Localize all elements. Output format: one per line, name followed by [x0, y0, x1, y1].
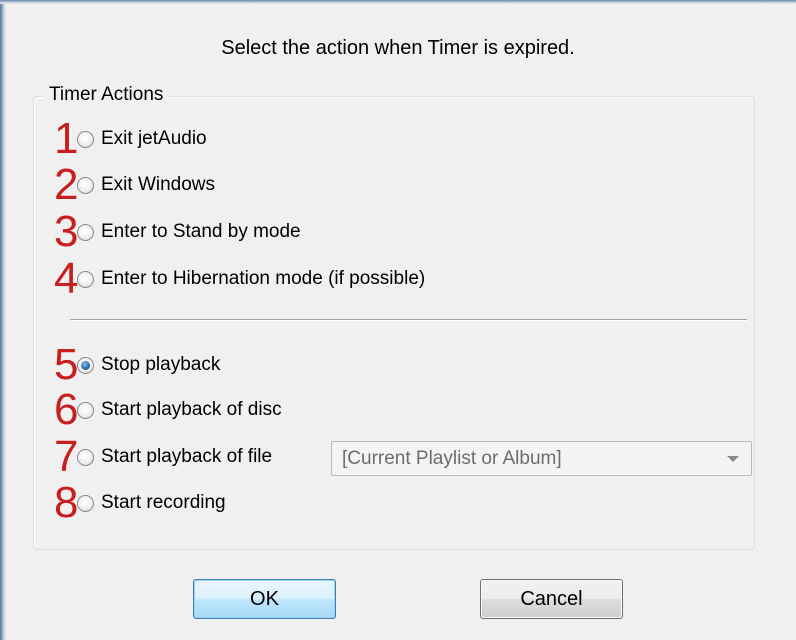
- radio-button[interactable]: [77, 223, 94, 241]
- radio-button[interactable]: [77, 270, 94, 288]
- window-frame-left: [0, 0, 6, 640]
- option-standby[interactable]: 3 Enter to Stand by mode: [54, 210, 301, 254]
- separator: [70, 319, 747, 321]
- window-frame-top: [0, 0, 796, 4]
- annotation-number: 2: [54, 160, 79, 209]
- radio-button[interactable]: [77, 401, 94, 419]
- dialog-prompt: Select the action when Timer is expired.: [221, 37, 575, 59]
- radio-button[interactable]: [77, 494, 94, 512]
- annotation-number: 4: [54, 254, 79, 303]
- option-label[interactable]: Enter to Hibernation mode (if possible): [101, 268, 425, 290]
- option-start-playback-file[interactable]: 7 Start playback of file: [54, 435, 272, 479]
- annotation-number: 8: [54, 478, 79, 527]
- option-exit-windows[interactable]: 2 Exit Windows: [54, 163, 215, 207]
- option-stop-playback[interactable]: 5 Stop playback: [54, 343, 220, 387]
- radio-button[interactable]: [77, 130, 94, 148]
- option-exit-jetaudio[interactable]: 1 Exit jetAudio: [54, 117, 207, 161]
- radio-button[interactable]: [77, 448, 94, 466]
- radio-button-selected[interactable]: [77, 356, 94, 374]
- group-title: Timer Actions: [43, 84, 170, 106]
- option-start-recording[interactable]: 8 Start recording: [54, 481, 226, 525]
- chevron-down-icon[interactable]: [727, 455, 739, 462]
- option-label[interactable]: Stop playback: [101, 354, 220, 376]
- annotation-number: 1: [54, 114, 79, 163]
- option-hibernation[interactable]: 4 Enter to Hibernation mode (if possible…: [54, 257, 425, 301]
- option-label[interactable]: Enter to Stand by mode: [101, 221, 301, 243]
- option-label[interactable]: Start playback of file: [101, 446, 272, 468]
- annotation-number: 7: [54, 432, 79, 481]
- cancel-button[interactable]: Cancel: [480, 579, 623, 619]
- file-select-value: [Current Playlist or Album]: [342, 447, 562, 469]
- option-label[interactable]: Exit Windows: [101, 174, 215, 196]
- option-label[interactable]: Start recording: [101, 492, 226, 514]
- file-select-dropdown[interactable]: [Current Playlist or Album]: [331, 441, 752, 476]
- option-label[interactable]: Start playback of disc: [101, 399, 282, 421]
- option-label[interactable]: Exit jetAudio: [101, 128, 207, 150]
- annotation-number: 5: [54, 340, 79, 389]
- annotation-number: 6: [54, 385, 79, 434]
- radio-button[interactable]: [77, 176, 94, 194]
- ok-button[interactable]: OK: [193, 579, 336, 619]
- annotation-number: 3: [54, 207, 79, 256]
- option-start-playback-disc[interactable]: 6 Start playback of disc: [54, 388, 282, 432]
